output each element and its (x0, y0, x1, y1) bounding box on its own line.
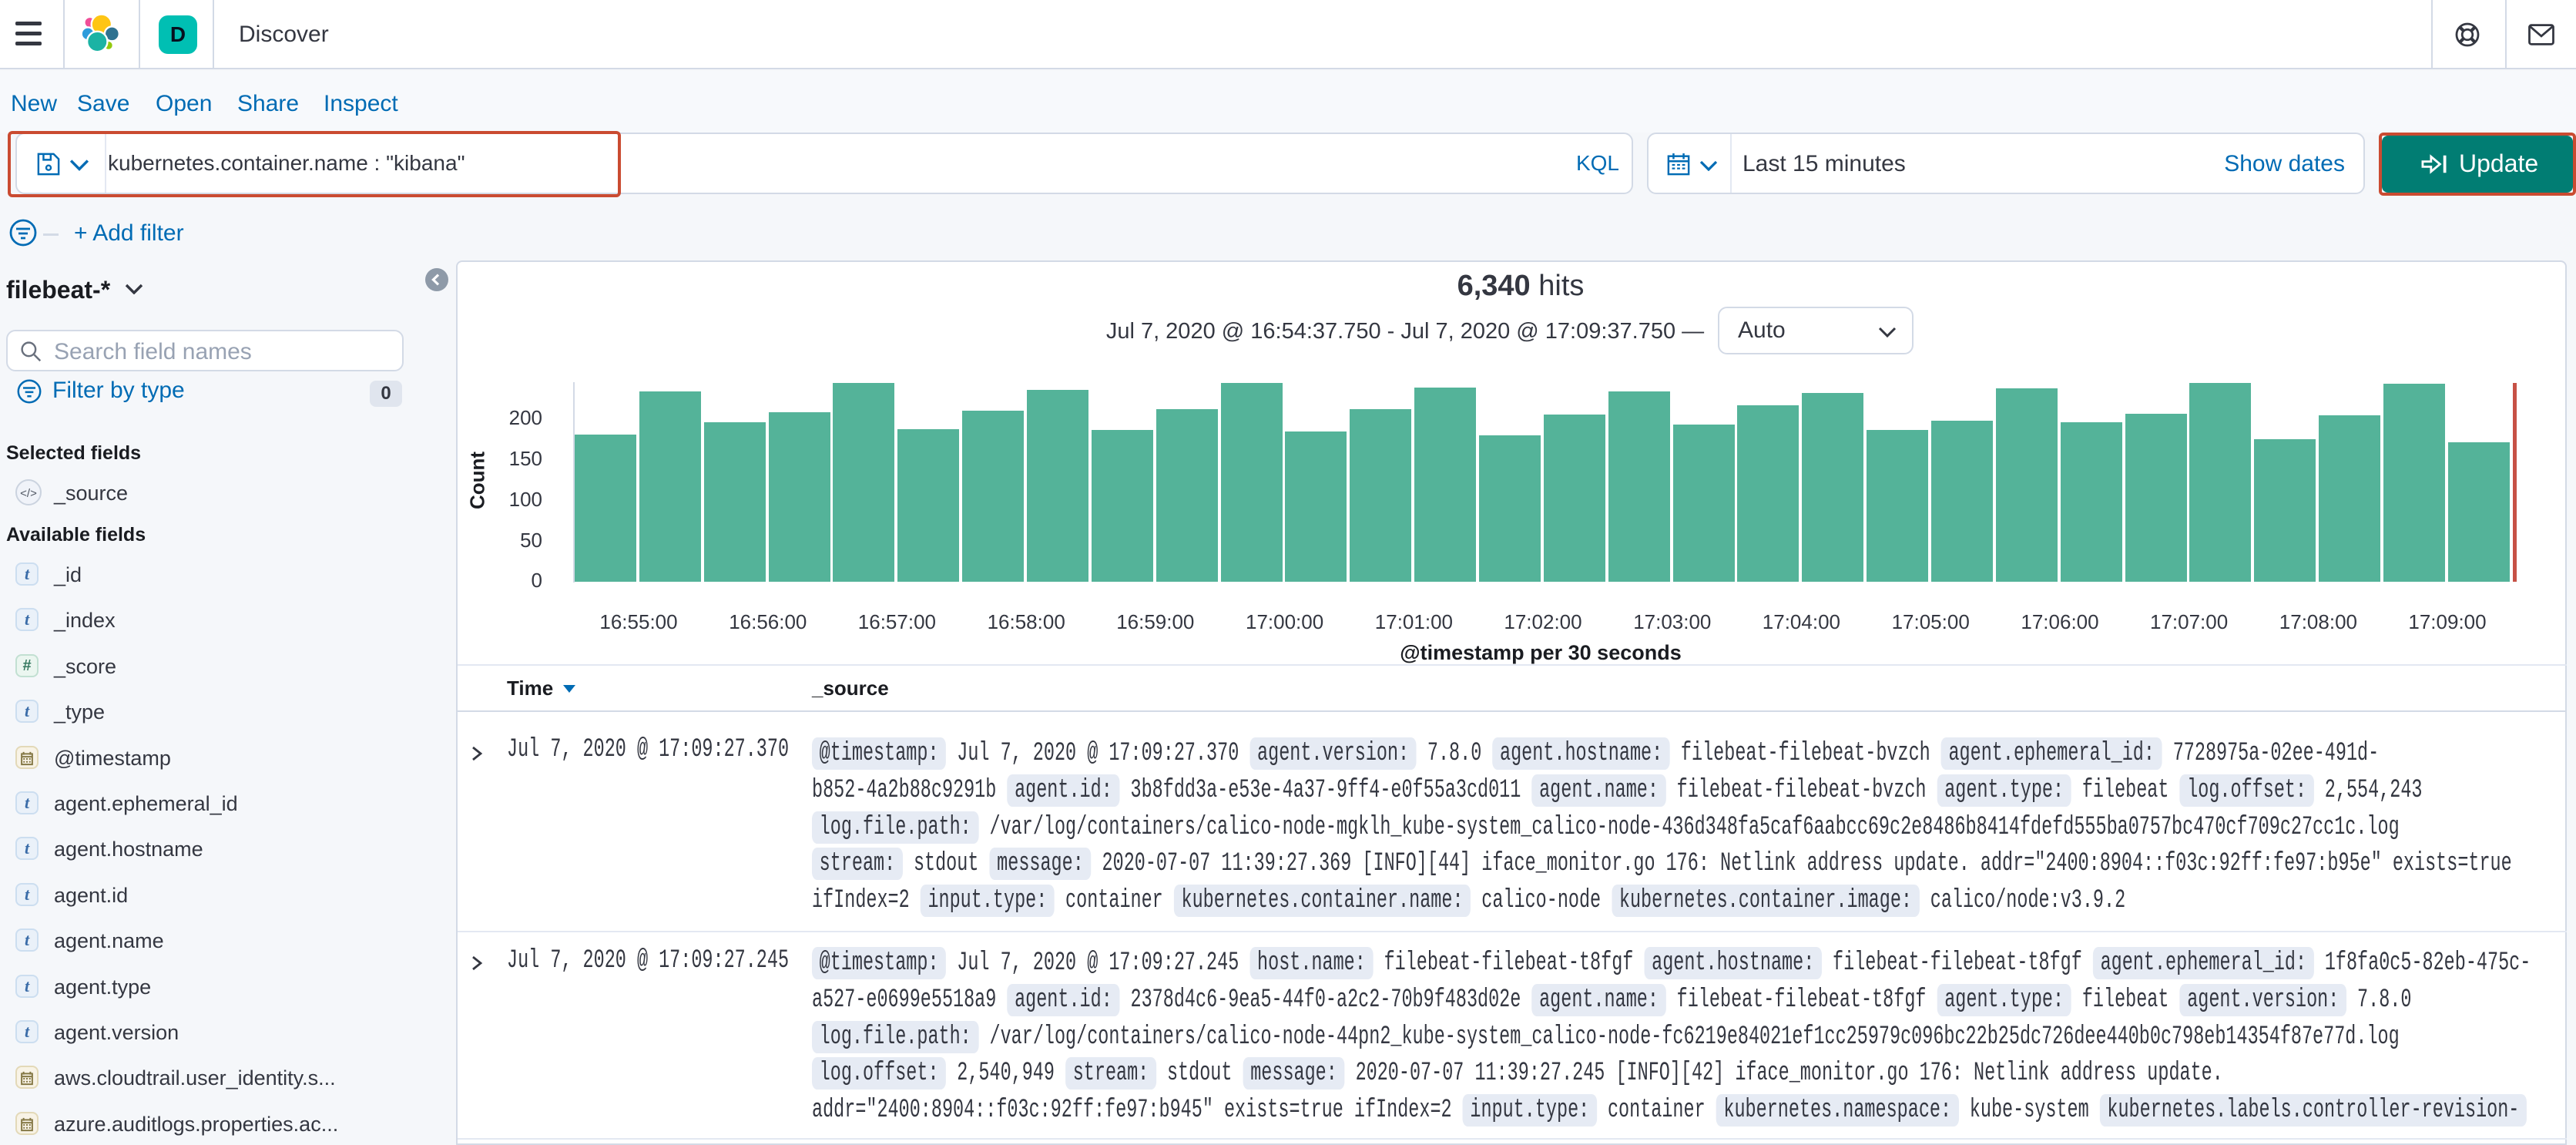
svg-text:</>: </> (20, 487, 37, 500)
